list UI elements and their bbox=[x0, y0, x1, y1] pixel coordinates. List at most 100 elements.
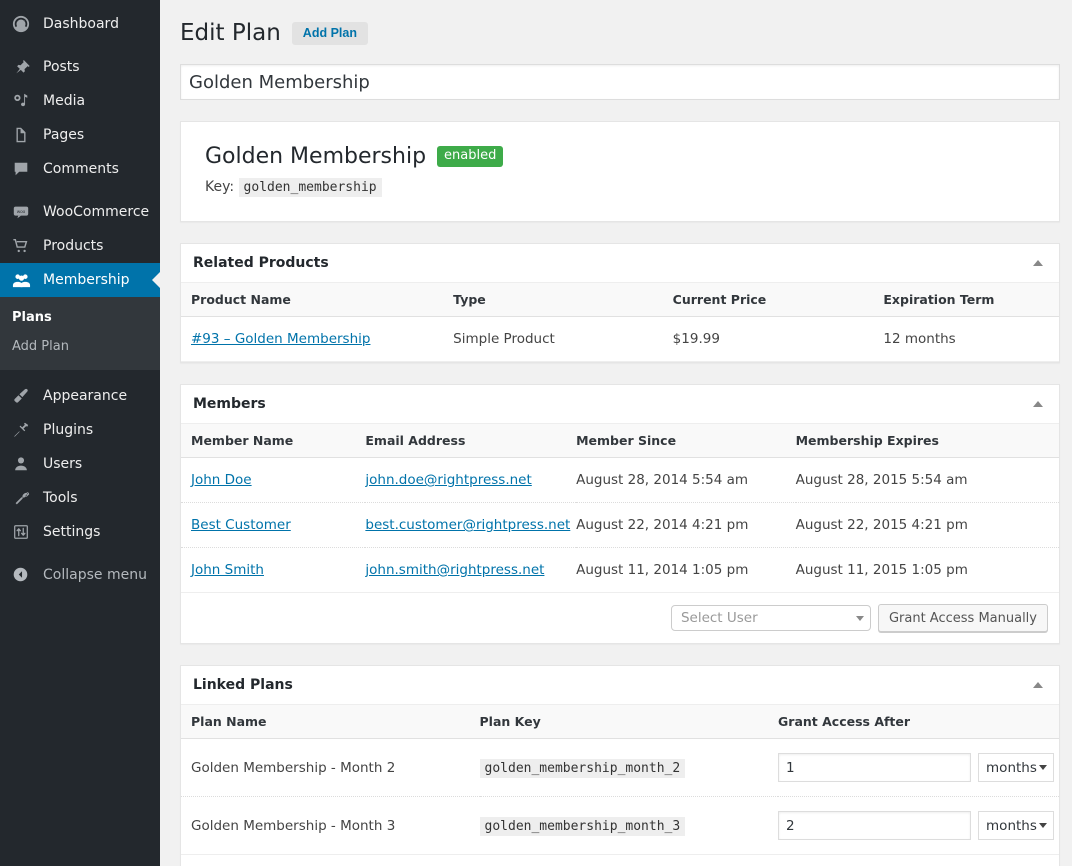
column-membership-expires: Membership Expires bbox=[796, 424, 1059, 458]
sidebar-item-label: WooCommerce bbox=[43, 205, 149, 219]
chevron-up-icon[interactable] bbox=[1033, 401, 1043, 407]
sidebar-divider bbox=[0, 186, 160, 195]
sidebar-item-pages[interactable]: Pages bbox=[0, 118, 160, 152]
sidebar-item-comments[interactable]: Comments bbox=[0, 152, 160, 186]
settings-icon bbox=[12, 523, 34, 541]
grant-access-manually-button[interactable]: Grant Access Manually bbox=[878, 604, 1048, 632]
sidebar-item-label: Dashboard bbox=[43, 17, 119, 31]
column-plan-name: Plan Name bbox=[181, 705, 480, 739]
grant-access-value-input[interactable] bbox=[778, 753, 971, 782]
cell-product-name: #93 – Golden Membership bbox=[181, 317, 453, 362]
status-badge: enabled bbox=[437, 146, 503, 167]
email-link[interactable]: john.smith@rightpress.net bbox=[365, 562, 544, 578]
grant-access-unit-select[interactable]: months bbox=[978, 753, 1054, 782]
page-title: Edit Plan bbox=[180, 19, 281, 48]
add-plan-button[interactable]: Add Plan bbox=[292, 22, 368, 46]
grant-access-unit-select[interactable]: months bbox=[978, 811, 1054, 840]
email-link[interactable]: best.customer@rightpress.net bbox=[365, 517, 570, 533]
related-products-panel: Related Products Product Name Type Curre… bbox=[180, 243, 1060, 363]
sidebar-item-settings[interactable]: Settings bbox=[0, 515, 160, 549]
sidebar-item-posts[interactable]: Posts bbox=[0, 50, 160, 84]
sidebar-item-label: Users bbox=[43, 457, 82, 471]
members-title: Members bbox=[193, 396, 266, 412]
sidebar-item-appearance[interactable]: Appearance bbox=[0, 379, 160, 413]
pin-icon bbox=[12, 58, 34, 76]
sidebar-item-label: Appearance bbox=[43, 389, 127, 403]
linked-plans-table: Plan Name Plan Key Grant Access After Go… bbox=[181, 705, 1059, 855]
sidebar-item-dashboard[interactable]: Dashboard bbox=[0, 7, 160, 41]
wrench-icon bbox=[12, 489, 34, 507]
plug-icon bbox=[12, 421, 34, 439]
column-type: Type bbox=[453, 283, 673, 317]
cell-plan-key: golden_membership_month_3 bbox=[480, 797, 779, 855]
table-row: Golden Membership - Month 3 golden_membe… bbox=[181, 797, 1059, 855]
page-header: Edit Plan Add Plan bbox=[180, 10, 1060, 52]
cell-member-since: August 28, 2014 5:54 am bbox=[576, 458, 796, 503]
sidebar-item-products[interactable]: Products bbox=[0, 229, 160, 263]
sidebar-subitem-add-plan[interactable]: Add Plan bbox=[0, 333, 160, 362]
cell-expires: August 28, 2015 5:54 am bbox=[796, 458, 1059, 503]
sidebar-item-woocommerce[interactable]: woo WooCommerce bbox=[0, 195, 160, 229]
members-header: Members bbox=[181, 385, 1059, 424]
sidebar-item-label: Products bbox=[43, 239, 103, 253]
related-products-table: Product Name Type Current Price Expirati… bbox=[181, 283, 1059, 362]
column-expiration-term: Expiration Term bbox=[883, 283, 1059, 317]
column-email-address: Email Address bbox=[365, 424, 576, 458]
chevron-up-icon[interactable] bbox=[1033, 260, 1043, 266]
cell-plan-name: Golden Membership - Month 3 bbox=[181, 797, 480, 855]
sidebar-divider bbox=[0, 370, 160, 379]
related-products-title: Related Products bbox=[193, 255, 329, 271]
grant-access-value-input[interactable] bbox=[778, 811, 971, 840]
sidebar-item-collapse-menu[interactable]: Collapse menu bbox=[0, 558, 160, 592]
sidebar-item-label: Posts bbox=[43, 60, 80, 74]
column-product-name: Product Name bbox=[181, 283, 453, 317]
table-row: Best Customer best.customer@rightpress.n… bbox=[181, 503, 1059, 548]
sidebar-item-tools[interactable]: Tools bbox=[0, 481, 160, 515]
membership-icon bbox=[12, 271, 34, 290]
member-link[interactable]: John Smith bbox=[191, 562, 264, 578]
cell-expiration-term: 12 months bbox=[883, 317, 1059, 362]
table-header-row: Product Name Type Current Price Expirati… bbox=[181, 283, 1059, 317]
brush-icon bbox=[12, 387, 34, 405]
member-link[interactable]: Best Customer bbox=[191, 517, 291, 533]
plan-key-row: Key: golden_membership bbox=[205, 179, 1035, 195]
sidebar-item-label: Comments bbox=[43, 162, 119, 176]
linked-plans-header: Linked Plans bbox=[181, 666, 1059, 705]
sidebar-item-label: Membership bbox=[43, 273, 130, 287]
sidebar-item-label: Tools bbox=[43, 491, 78, 505]
woocommerce-icon: woo bbox=[12, 203, 34, 221]
member-link[interactable]: John Doe bbox=[191, 472, 252, 488]
cell-grant-access-after: months bbox=[778, 739, 1059, 797]
sidebar-subitem-plans[interactable]: Plans bbox=[0, 304, 160, 333]
plan-key-value: golden_membership_month_3 bbox=[480, 817, 686, 836]
cell-member-name: Best Customer bbox=[181, 503, 365, 548]
sidebar-item-plugins[interactable]: Plugins bbox=[0, 413, 160, 447]
sidebar-submenu-membership: Plans Add Plan bbox=[0, 297, 160, 370]
plan-summary-heading: Golden Membership enabled bbox=[205, 144, 1035, 169]
sidebar-item-membership[interactable]: Membership bbox=[0, 263, 160, 297]
plan-title-input[interactable] bbox=[180, 64, 1060, 100]
chevron-down-icon bbox=[1039, 765, 1047, 770]
main-content: Edit Plan Add Plan Golden Membership ena… bbox=[160, 0, 1072, 866]
cell-current-price: $19.99 bbox=[673, 317, 884, 362]
members-table: Member Name Email Address Member Since M… bbox=[181, 424, 1059, 593]
grant-access-unit-value: months bbox=[986, 818, 1037, 834]
email-link[interactable]: john.doe@rightpress.net bbox=[365, 472, 531, 488]
chevron-up-icon[interactable] bbox=[1033, 682, 1043, 688]
admin-page: Dashboard Posts Media Pages Commen bbox=[0, 0, 1072, 866]
table-header-row: Member Name Email Address Member Since M… bbox=[181, 424, 1059, 458]
sidebar-item-media[interactable]: Media bbox=[0, 84, 160, 118]
select-user-dropdown[interactable]: Select User bbox=[671, 605, 871, 631]
cell-type: Simple Product bbox=[453, 317, 673, 362]
cell-plan-name: Golden Membership - Month 2 bbox=[181, 739, 480, 797]
media-icon bbox=[12, 92, 34, 110]
column-member-name: Member Name bbox=[181, 424, 365, 458]
svg-text:woo: woo bbox=[17, 209, 26, 214]
grant-access-unit-value: months bbox=[986, 760, 1037, 776]
cell-member-name: John Doe bbox=[181, 458, 365, 503]
cell-email: john.smith@rightpress.net bbox=[365, 548, 576, 593]
product-link[interactable]: #93 – Golden Membership bbox=[191, 331, 370, 347]
comments-icon bbox=[12, 160, 34, 178]
chevron-down-icon bbox=[856, 616, 864, 621]
sidebar-item-users[interactable]: Users bbox=[0, 447, 160, 481]
